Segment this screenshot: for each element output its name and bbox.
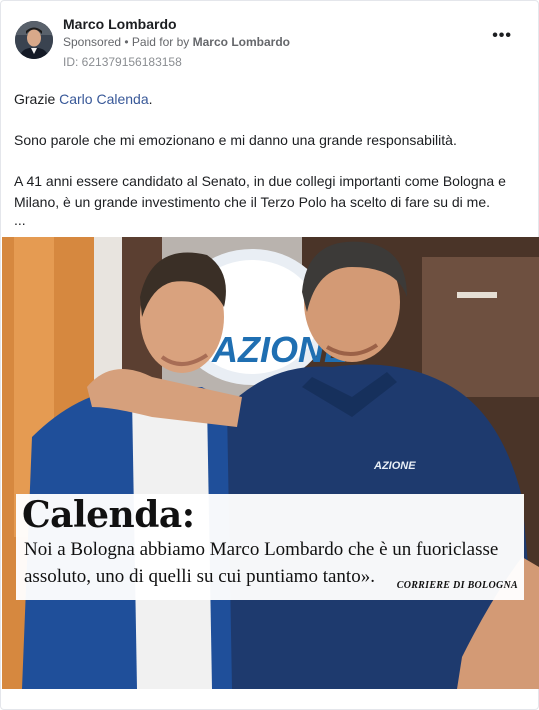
post-header: Marco Lombardo Sponsored • Paid for by M… xyxy=(13,15,526,71)
avatar-image xyxy=(15,21,53,59)
mention-link[interactable]: Carlo Calenda xyxy=(59,91,149,107)
paid-by-name[interactable]: Marco Lombardo xyxy=(193,35,290,49)
more-options-icon[interactable]: ••• xyxy=(492,27,512,45)
shirt-logo: AZIONE xyxy=(373,460,416,472)
post-image[interactable]: AZIONE AZIONE Calenda: Noi a Bologna abb… xyxy=(2,237,539,689)
author-name[interactable]: Marco Lombardo xyxy=(63,16,177,32)
photo-illustration: AZIONE AZIONE xyxy=(2,237,539,689)
ad-post-card: Marco Lombardo Sponsored • Paid for by M… xyxy=(0,0,539,710)
quote-line-2: assoluto, uno di quelli su cui puntiamo … xyxy=(24,566,375,587)
quote-source: CORRIERE DI BOLOGNA xyxy=(396,580,518,591)
quote-line-1: Noi a Bologna abbiamo Marco Lombardo che… xyxy=(24,539,499,560)
post-text: Grazie Carlo Calenda. Sono parole che mi… xyxy=(14,89,524,233)
ad-id: ID: 621379156183158 xyxy=(63,55,182,69)
post-text-line1: Grazie Carlo Calenda. xyxy=(14,89,524,110)
period-text: . xyxy=(148,91,153,107)
avatar[interactable] xyxy=(15,21,53,59)
quote-title: Calenda: xyxy=(22,494,195,536)
thanks-text: Grazie xyxy=(14,91,60,107)
quote-box: Calenda: Noi a Bologna abbiamo Marco Lom… xyxy=(16,494,524,600)
sponsored-label: Sponsored xyxy=(63,35,122,49)
post-text-para3: A 41 anni essere candidato al Senato, in… xyxy=(14,173,506,210)
see-more-ellipsis[interactable]: ... xyxy=(14,212,26,228)
post-text-para2: Sono parole che mi emozionano e mi danno… xyxy=(14,132,457,148)
paid-for-prefix: • Paid for by xyxy=(124,35,190,49)
sponsored-line: Sponsored • Paid for by Marco Lombardo xyxy=(63,35,290,49)
